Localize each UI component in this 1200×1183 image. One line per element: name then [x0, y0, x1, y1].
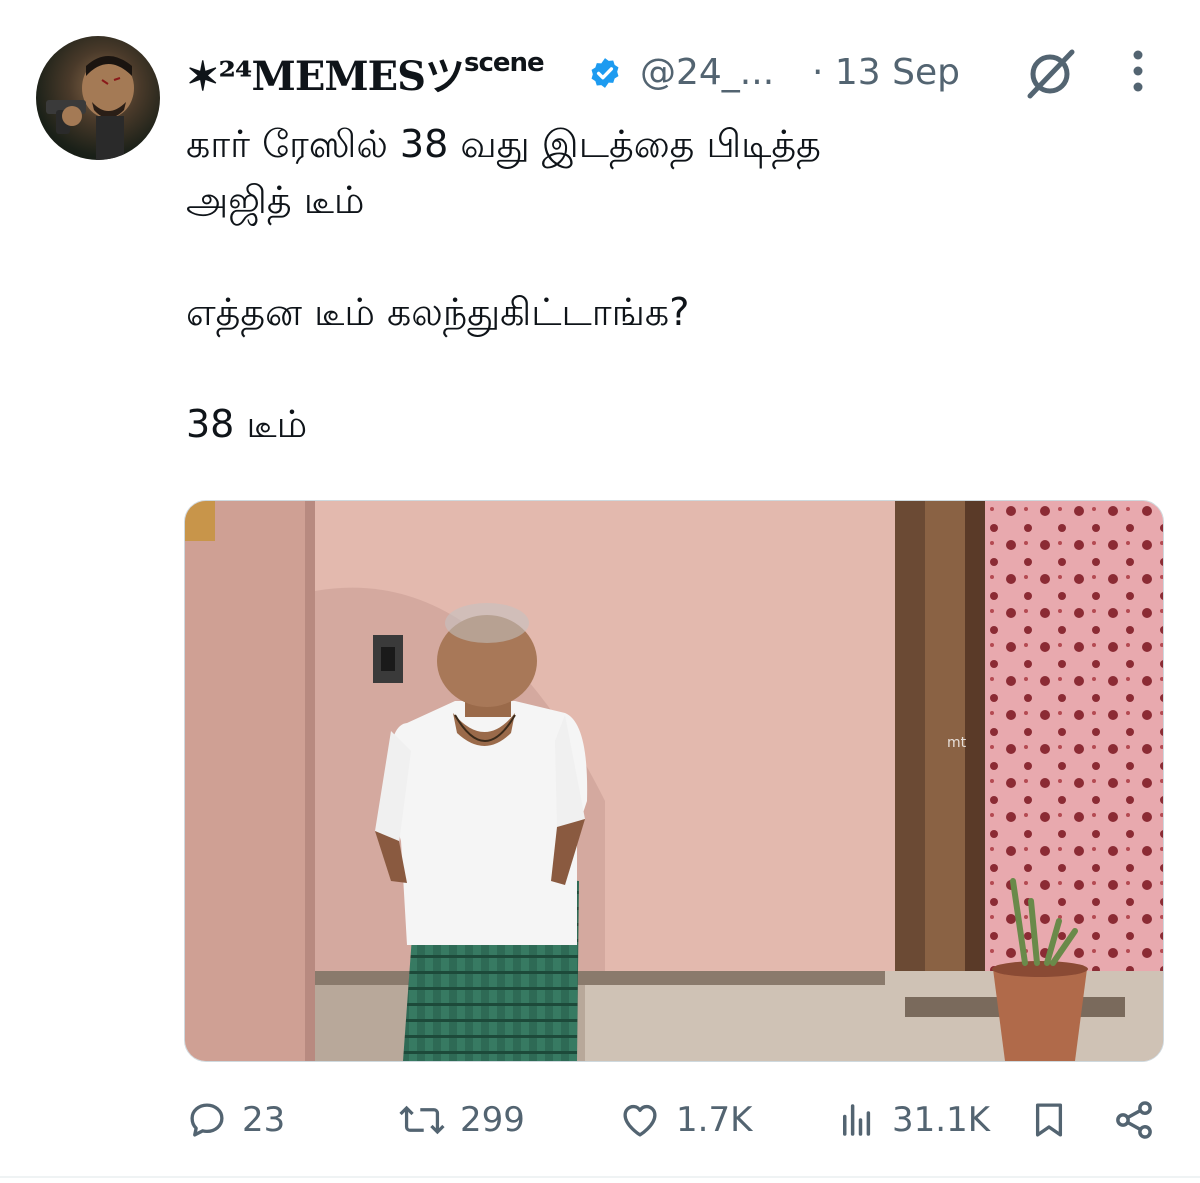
verified-badge-icon — [591, 58, 619, 88]
views-count: 31.1K — [892, 1100, 990, 1140]
repost-button[interactable]: 299 — [398, 1090, 525, 1150]
reply-button[interactable]: 23 — [186, 1090, 285, 1150]
media-image — [185, 501, 1163, 1061]
views-button[interactable]: 31.1K — [836, 1090, 990, 1150]
grok-icon[interactable] — [1022, 46, 1078, 102]
bookmark-button[interactable] — [1028, 1090, 1084, 1150]
share-icon — [1116, 1101, 1152, 1139]
display-name-suffix: scene — [463, 48, 545, 78]
divider — [0, 1176, 1200, 1178]
action-bar: 23 299 1.7K 31.1K — [0, 1090, 1200, 1150]
repost-icon — [399, 1105, 445, 1135]
like-icon — [623, 1104, 657, 1137]
bookmark-icon — [1035, 1103, 1063, 1137]
media-watermark: mt — [947, 735, 967, 751]
repost-count: 299 — [460, 1100, 525, 1140]
display-name-text: ✶²⁴MEMESツ — [186, 53, 465, 100]
tweet-text: கார் ரேஸில் 38 வது இடத்தை பிடித்த அஜித் … — [186, 122, 821, 446]
like-button[interactable]: 1.7K — [618, 1090, 752, 1150]
avatar[interactable] — [36, 36, 160, 160]
avatar-image — [46, 56, 134, 160]
tweet-media[interactable]: mt — [184, 500, 1164, 1062]
display-name[interactable]: ✶²⁴MEMESツscene — [186, 44, 545, 102]
handle[interactable]: @24_... — [640, 52, 774, 93]
reply-icon — [190, 1103, 224, 1137]
reply-count: 23 — [242, 1100, 286, 1140]
like-count: 1.7K — [676, 1100, 753, 1140]
views-icon — [843, 1104, 871, 1136]
more-icon[interactable] — [1120, 46, 1156, 96]
timestamp[interactable]: · 13 Sep — [812, 52, 960, 93]
share-button[interactable] — [1112, 1090, 1170, 1150]
